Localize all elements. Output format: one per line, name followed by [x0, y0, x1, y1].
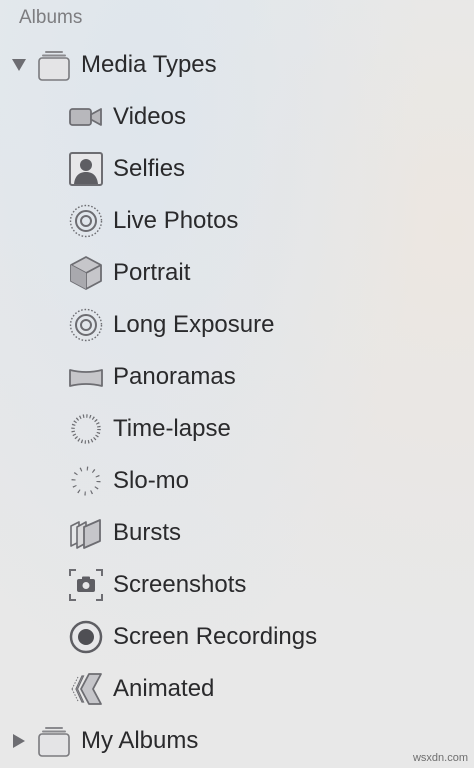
album-label-selfies: Selfies	[113, 155, 186, 182]
album-item-live-photos[interactable]: Live Photos	[0, 198, 474, 244]
panorama-icon	[68, 359, 104, 395]
bursts-icon	[68, 515, 104, 551]
album-item-time-lapse[interactable]: Time-lapse	[0, 406, 474, 452]
album-item-animated[interactable]: Animated	[0, 666, 474, 712]
album-item-screenshots[interactable]: Screenshots	[0, 562, 474, 608]
folder-my-albums[interactable]: My Albums	[0, 718, 474, 764]
album-label-screen-recordings: Screen Recordings	[113, 623, 318, 650]
video-camera-icon	[68, 99, 104, 135]
album-label-portrait: Portrait	[113, 259, 191, 286]
album-item-selfies[interactable]: Selfies	[0, 146, 474, 192]
album-label-slo-mo: Slo-mo	[113, 467, 190, 494]
folder-stack-icon	[37, 724, 71, 758]
album-label-long-exposure: Long Exposure	[113, 311, 275, 338]
albums-section-header: Albums	[19, 7, 83, 28]
album-label-screenshots: Screenshots	[113, 571, 247, 598]
folder-label-media-types: Media Types	[81, 51, 217, 78]
disclosure-triangle-expanded-icon[interactable]	[8, 54, 30, 76]
album-item-portrait[interactable]: Portrait	[0, 250, 474, 296]
screenshot-camera-icon	[68, 567, 104, 603]
album-label-panoramas: Panoramas	[113, 363, 236, 390]
timelapse-icon	[68, 411, 104, 447]
album-item-slo-mo[interactable]: Slo-mo	[0, 458, 474, 504]
album-item-panoramas[interactable]: Panoramas	[0, 354, 474, 400]
long-exposure-icon	[68, 307, 104, 343]
cube-icon	[68, 255, 104, 291]
album-item-videos[interactable]: Videos	[0, 94, 474, 140]
album-label-bursts: Bursts	[113, 519, 182, 546]
album-label-live-photos: Live Photos	[113, 207, 239, 234]
watermark-text: wsxdn.com	[412, 752, 468, 764]
folder-stack-icon	[37, 48, 71, 82]
albums-sidebar: Albums Media Types Videos Selfies Live P…	[0, 0, 474, 768]
folder-media-types[interactable]: Media Types	[0, 42, 474, 88]
album-label-time-lapse: Time-lapse	[113, 415, 231, 442]
disclosure-triangle-collapsed-icon[interactable]	[8, 730, 30, 752]
folder-label-my-albums: My Albums	[81, 727, 199, 754]
animated-icon	[68, 671, 104, 707]
person-portrait-icon	[68, 151, 104, 187]
slomo-icon	[68, 463, 104, 499]
live-photo-icon	[68, 203, 104, 239]
screen-recording-icon	[68, 619, 104, 655]
album-item-screen-recordings[interactable]: Screen Recordings	[0, 614, 474, 660]
album-label-animated: Animated	[113, 675, 215, 702]
album-item-bursts[interactable]: Bursts	[0, 510, 474, 556]
album-item-long-exposure[interactable]: Long Exposure	[0, 302, 474, 348]
album-label-videos: Videos	[113, 103, 186, 130]
